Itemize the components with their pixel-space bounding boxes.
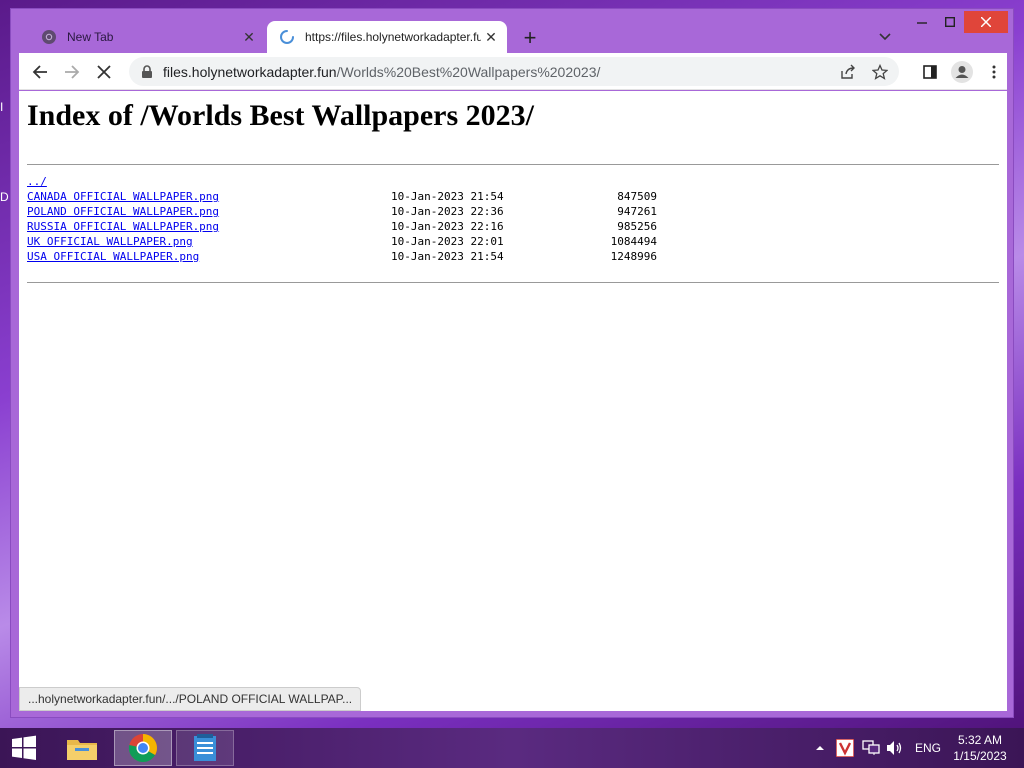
browser-window: New Tab ✕ https://files.holynetworkadapt… bbox=[10, 8, 1014, 718]
profile-button[interactable] bbox=[949, 59, 975, 85]
side-panel-button[interactable] bbox=[917, 59, 943, 85]
forward-button[interactable] bbox=[59, 59, 85, 85]
notepad-icon bbox=[194, 734, 216, 761]
tab-search-button[interactable] bbox=[873, 25, 897, 49]
language-indicator[interactable]: ENG bbox=[915, 728, 941, 768]
file-date: 10-Jan-2023 21:54 bbox=[391, 250, 504, 263]
v-app-icon bbox=[836, 739, 854, 757]
stop-button[interactable] bbox=[91, 59, 117, 85]
tray-volume-icon[interactable] bbox=[886, 728, 904, 768]
file-size: 1248996 bbox=[610, 250, 657, 263]
avatar-icon bbox=[951, 61, 973, 83]
address-bar[interactable]: files.holynetworkadapter.fun/Worlds%20Be… bbox=[129, 57, 899, 86]
file-link[interactable]: USA OFFICIAL WALLPAPER.png bbox=[27, 249, 199, 264]
page-content: Index of /Worlds Best Wallpapers 2023/ .… bbox=[19, 91, 1007, 711]
desktop-text-fragment: I bbox=[0, 100, 4, 114]
file-date: 10-Jan-2023 22:01 bbox=[391, 235, 504, 248]
star-icon bbox=[872, 64, 888, 80]
maximize-button[interactable] bbox=[936, 11, 964, 33]
close-window-button[interactable] bbox=[964, 11, 1008, 33]
address-host: files.holynetworkadapter.fun bbox=[163, 63, 337, 80]
tab-active-index[interactable]: https://files.holynetworkadapter.fun ✕ bbox=[267, 21, 507, 53]
file-link[interactable]: POLAND OFFICIAL WALLPAPER.png bbox=[27, 204, 219, 219]
tab-title: New Tab bbox=[67, 30, 114, 44]
back-button[interactable] bbox=[27, 59, 53, 85]
chevron-up-icon bbox=[816, 746, 824, 750]
minimize-icon bbox=[917, 22, 927, 24]
tray-app-icon[interactable] bbox=[836, 728, 854, 768]
file-link[interactable]: CANADA OFFICIAL WALLPAPER.png bbox=[27, 189, 219, 204]
share-button[interactable] bbox=[835, 59, 861, 85]
tab-title: https://files.holynetworkadapter.fun bbox=[305, 30, 481, 44]
folder-icon bbox=[67, 740, 97, 760]
close-tab-icon[interactable]: ✕ bbox=[239, 27, 259, 47]
more-vert-icon bbox=[992, 65, 996, 79]
file-date: 10-Jan-2023 22:36 bbox=[391, 205, 504, 218]
chrome-icon bbox=[42, 30, 56, 44]
page-title: Index of /Worlds Best Wallpapers 2023/ bbox=[27, 99, 535, 132]
parent-directory-link[interactable]: ../ bbox=[27, 174, 47, 189]
file-size: 947261 bbox=[617, 205, 657, 218]
address-path: /Worlds%20Best%20Wallpapers%202023/ bbox=[336, 63, 601, 80]
system-clock[interactable]: 5:32 AM 1/15/2023 bbox=[945, 732, 1015, 764]
volume-icon bbox=[887, 741, 902, 755]
windows-logo-icon bbox=[12, 735, 36, 760]
network-icon bbox=[862, 740, 880, 755]
browser-toolbar: files.holynetworkadapter.fun/Worlds%20Be… bbox=[19, 53, 1007, 90]
taskbar-notepad[interactable] bbox=[176, 730, 234, 766]
side-panel-icon bbox=[923, 65, 937, 79]
maximize-icon bbox=[945, 17, 955, 27]
divider bbox=[27, 282, 999, 283]
file-date: 10-Jan-2023 21:54 bbox=[391, 190, 504, 203]
bookmark-button[interactable] bbox=[867, 59, 893, 85]
arrow-right-icon bbox=[65, 65, 80, 79]
tray-network-icon[interactable] bbox=[862, 728, 880, 768]
tab-new-tab[interactable]: New Tab ✕ bbox=[29, 21, 265, 53]
menu-button[interactable] bbox=[981, 59, 1007, 85]
taskbar-chrome[interactable] bbox=[114, 730, 172, 766]
close-tab-icon[interactable]: ✕ bbox=[481, 27, 501, 47]
show-hidden-icons-button[interactable] bbox=[815, 728, 825, 768]
chevron-down-icon bbox=[879, 33, 891, 41]
close-icon bbox=[981, 17, 991, 27]
lock-icon bbox=[141, 64, 155, 79]
close-icon bbox=[97, 65, 111, 79]
file-size: 985256 bbox=[617, 220, 657, 233]
file-link[interactable]: UK OFFICIAL WALLPAPER.png bbox=[27, 234, 193, 249]
file-link[interactable]: RUSSIA OFFICIAL WALLPAPER.png bbox=[27, 219, 219, 234]
arrow-left-icon bbox=[32, 65, 47, 79]
file-date: 10-Jan-2023 22:16 bbox=[391, 220, 504, 233]
taskbar-file-explorer[interactable] bbox=[60, 730, 104, 766]
tab-strip: New Tab ✕ https://files.holynetworkadapt… bbox=[11, 9, 1013, 53]
chrome-icon bbox=[128, 734, 157, 763]
taskbar: ENG 5:32 AM 1/15/2023 bbox=[0, 728, 1024, 768]
start-button[interactable] bbox=[6, 730, 42, 766]
clock-time: 5:32 AM bbox=[957, 733, 1003, 747]
share-icon bbox=[841, 64, 855, 79]
new-tab-button[interactable]: + bbox=[516, 24, 544, 52]
divider bbox=[27, 164, 999, 165]
file-size: 1084494 bbox=[610, 235, 657, 248]
file-size: 847509 bbox=[617, 190, 657, 203]
clock-date: 1/15/2023 bbox=[953, 749, 1007, 763]
minimize-button[interactable] bbox=[908, 11, 936, 33]
desktop-text-fragment: D bbox=[0, 190, 9, 204]
loading-spinner-icon bbox=[280, 30, 294, 44]
status-url-bubble: ...holynetworkadapter.fun/.../POLAND OFF… bbox=[19, 687, 362, 711]
